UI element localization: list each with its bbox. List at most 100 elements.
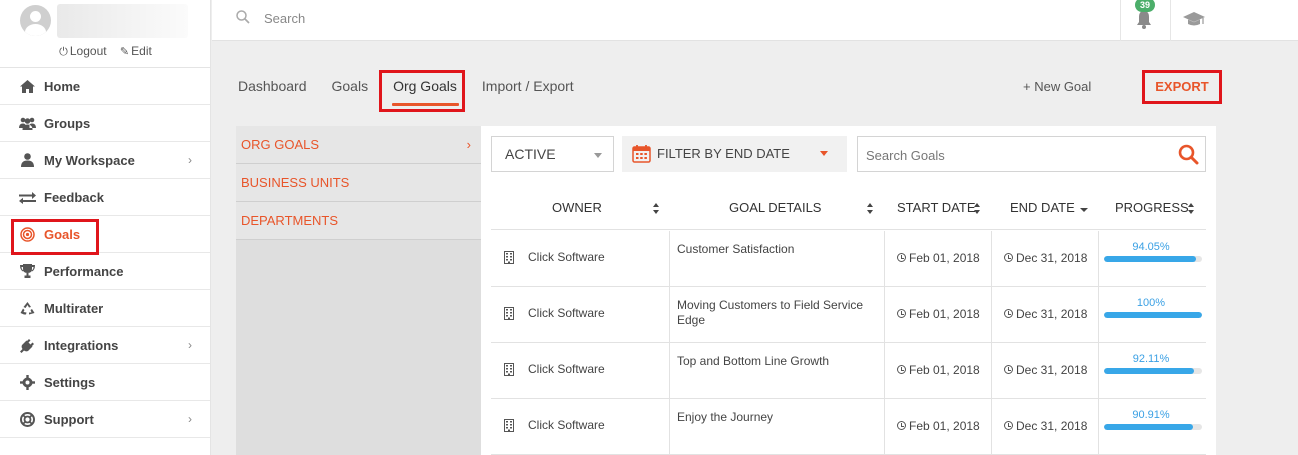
goal-details-cell: Top and Bottom Line Growth [669,343,884,398]
column-header-end-date[interactable]: END DATE [1010,200,1075,215]
end-date-cell: Dec 31, 2018 [991,343,1098,398]
sidebar-item-groups[interactable]: Groups [0,105,210,142]
end-date: Dec 31, 2018 [1004,363,1087,377]
table-row[interactable]: Click Software Moving Customers to Field … [491,287,1206,343]
progress-bar-fill [1104,368,1195,374]
progress-percent: 100% [1136,297,1166,309]
column-header-start-date[interactable]: START DATE [897,200,976,215]
sidebar-item-multirater[interactable]: Multirater [0,290,210,327]
end-date-filter[interactable]: FILTER BY END DATE [622,136,847,172]
recycle-icon [18,299,36,317]
status-value: ACTIVE [505,146,556,162]
graduation-cap-icon[interactable] [1183,9,1205,29]
end-date: Dec 31, 2018 [1004,419,1087,433]
logout-link[interactable]: ⏻ Logout [59,44,106,58]
sidebar-item-feedback[interactable]: Feedback [0,179,210,216]
progress-bar-fill [1104,312,1202,318]
tab-org-goals[interactable]: Org Goals [392,78,459,106]
end-date-value: Dec 31, 2018 [1016,251,1088,265]
sidebar-item-my-workspace[interactable]: My Workspace › [0,142,210,179]
trophy-icon [18,262,36,280]
edit-link[interactable]: ✎ Edit [120,44,152,58]
goal-details-text[interactable]: Top and Bottom Line Growth [677,354,877,369]
building-icon [504,307,514,320]
column-header-owner[interactable]: OWNER [552,200,602,215]
sidebar-item-settings[interactable]: Settings [0,364,210,401]
search-icon[interactable] [1178,144,1199,165]
progress-cell: 100% [1098,287,1206,342]
sort-desc-icon[interactable] [1080,208,1088,213]
pencil-icon: ✎ [119,46,130,58]
submenu-item-label: ORG GOALS [241,137,320,152]
progress-bar [1104,424,1202,430]
start-date-cell: Feb 01, 2018 [884,287,991,342]
new-goal-button[interactable]: + New Goal [1023,79,1091,94]
chevron-right-icon: › [188,412,192,426]
owner-name[interactable]: Click Software [528,306,605,320]
end-date: Dec 31, 2018 [1004,307,1087,321]
table-row[interactable]: Click Software Enjoy the Journey Feb 01, 2… [491,399,1206,455]
sidebar-item-performance[interactable]: Performance [0,253,210,290]
building-icon [504,363,514,376]
user-icon [18,151,36,169]
sidebar-item-integrations[interactable]: Integrations › [0,327,210,364]
column-header-goal-details[interactable]: GOAL DETAILS [729,200,821,215]
submenu-item-business-units[interactable]: BUSINESS UNITS [236,164,481,202]
search-icon [236,10,250,24]
goal-details-text[interactable]: Customer Satisfaction [677,242,877,257]
sidebar-item-support[interactable]: Support › [0,401,210,438]
goal-details-text[interactable]: Enjoy the Journey [677,410,877,425]
status-dropdown[interactable]: ACTIVE [491,136,614,172]
start-date-cell: Feb 01, 2018 [884,231,991,286]
sort-icon[interactable] [974,203,981,215]
submenu-item-label: BUSINESS UNITS [241,175,350,190]
notification-badge: 39 [1135,0,1155,12]
tab-import-export[interactable]: Import / Export [482,78,574,100]
owner-cell: Click Software [491,343,669,398]
sidebar-item-goals[interactable]: Goals [0,216,210,253]
caret-down-icon [820,151,828,156]
progress-bar [1104,368,1202,374]
start-date-cell: Feb 01, 2018 [884,343,991,398]
sort-icon[interactable] [867,203,874,215]
sidebar: ⏻ Logout ✎ Edit Home Groups My Workspace ›… [0,0,211,455]
goal-search-input[interactable] [866,145,1166,165]
clock-icon [1004,309,1013,318]
owner-name[interactable]: Click Software [528,362,605,376]
clock-icon [897,309,906,318]
global-search-input[interactable] [264,8,764,28]
submenu-item-departments[interactable]: DEPARTMENTS [236,202,481,240]
end-date-cell: Dec 31, 2018 [991,231,1098,286]
submenu-item-org-goals[interactable]: ORG GOALS › [236,126,481,164]
end-date-value: Dec 31, 2018 [1016,307,1088,321]
progress-cell: 94.05% [1098,231,1206,286]
sidebar-item-label: Support [44,411,94,427]
goals-panel: ACTIVE FILTER BY END DATE OWNER GOAL DET… [481,126,1216,455]
sidebar-item-home[interactable]: Home [0,68,210,105]
avatar[interactable] [20,5,51,36]
org-goals-submenu: ORG GOALS › BUSINESS UNITS DEPARTMENTS [236,126,481,455]
tab-goals[interactable]: Goals [332,78,369,100]
start-date: Feb 01, 2018 [897,363,980,377]
tab-dashboard[interactable]: Dashboard [238,78,307,100]
edit-label: Edit [131,44,152,58]
profile-links: ⏻ Logout ✎ Edit [0,44,211,59]
chevron-right-icon: › [466,137,471,152]
progress-bar-fill [1104,256,1197,262]
table-row[interactable]: Click Software Top and Bottom Line Growth… [491,343,1206,399]
submenu-item-label: DEPARTMENTS [241,213,339,228]
start-date: Feb 01, 2018 [897,419,980,433]
owner-name[interactable]: Click Software [528,250,605,264]
chevron-right-icon: › [188,153,192,167]
export-button[interactable]: EXPORT [1142,70,1222,104]
sort-icon[interactable] [1188,203,1195,215]
goal-details-text[interactable]: Moving Customers to Field Service Edge [677,298,877,328]
column-header-progress[interactable]: PROGRESS [1115,200,1189,215]
owner-name[interactable]: Click Software [528,418,605,432]
start-date-cell: Feb 01, 2018 [884,399,991,454]
end-date-value: Dec 31, 2018 [1016,363,1088,377]
sort-icon[interactable] [653,203,660,215]
table-row[interactable]: Click Software Customer Satisfaction Feb 0… [491,231,1206,287]
clock-icon [1004,253,1013,262]
lifebuoy-icon [18,410,36,428]
